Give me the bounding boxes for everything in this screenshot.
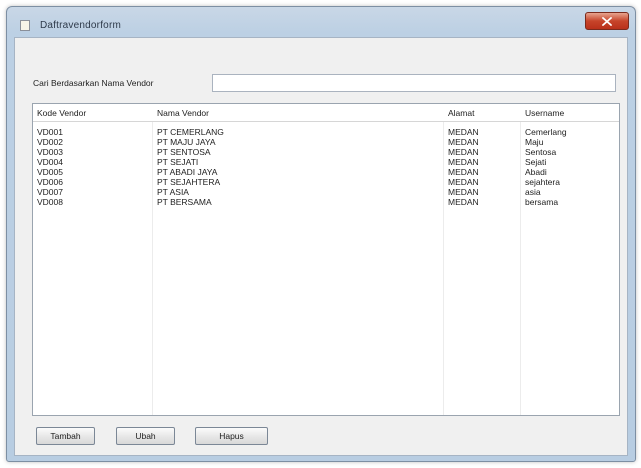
cell-alamat: MEDAN <box>448 147 479 157</box>
column-header-kode-vendor[interactable]: Kode Vendor <box>37 108 86 118</box>
cell-alamat: MEDAN <box>448 177 479 187</box>
hapus-button[interactable]: Hapus <box>195 427 268 445</box>
cell-alamat: MEDAN <box>448 167 479 177</box>
cell-username: asia <box>525 187 541 197</box>
cell-alamat: MEDAN <box>448 187 479 197</box>
cell-alamat: MEDAN <box>448 127 479 137</box>
cell-username: Sejati <box>525 157 547 167</box>
search-label: Cari Berdasarkan Nama Vendor <box>33 78 154 88</box>
table-row[interactable]: VD008 PT BERSAMA MEDAN bersama <box>33 197 619 207</box>
cell-username: Cemerlang <box>525 127 567 137</box>
tambah-button[interactable]: Tambah <box>36 427 95 445</box>
form-client-area: Cari Berdasarkan Nama Vendor Kode Vendor… <box>14 37 628 456</box>
cell-kode-vendor: VD002 <box>37 137 63 147</box>
ubah-button[interactable]: Ubah <box>116 427 175 445</box>
cell-username: Abadi <box>525 167 547 177</box>
cell-nama-vendor: PT ABADI JAYA <box>157 167 218 177</box>
cell-alamat: MEDAN <box>448 157 479 167</box>
cell-nama-vendor: PT BERSAMA <box>157 197 212 207</box>
table-row[interactable]: VD007 PT ASIA MEDAN asia <box>33 187 619 197</box>
cell-nama-vendor: PT SENTOSA <box>157 147 211 157</box>
cell-username: Maju <box>525 137 544 147</box>
cell-kode-vendor: VD003 <box>37 147 63 157</box>
cell-kode-vendor: VD004 <box>37 157 63 167</box>
cell-nama-vendor: PT SEJAHTERA <box>157 177 221 187</box>
table-row[interactable]: VD003 PT SENTOSA MEDAN Sentosa <box>33 147 619 157</box>
cell-nama-vendor: PT CEMERLANG <box>157 127 224 137</box>
cell-kode-vendor: VD001 <box>37 127 63 137</box>
table-header: Kode Vendor Nama Vendor Alamat Username <box>33 104 619 122</box>
table-row[interactable]: VD002 PT MAJU JAYA MEDAN Maju <box>33 137 619 147</box>
column-header-alamat[interactable]: Alamat <box>448 108 474 118</box>
table-row[interactable]: VD004 PT SEJATI MEDAN Sejati <box>33 157 619 167</box>
window-frame: Daftravendorform Cari Berdasarkan Nama V… <box>6 6 636 462</box>
cell-username: bersama <box>525 197 559 207</box>
cell-nama-vendor: PT MAJU JAYA <box>157 137 216 147</box>
cell-kode-vendor: VD008 <box>37 197 63 207</box>
close-icon <box>602 16 612 26</box>
close-button[interactable] <box>585 12 629 30</box>
cell-alamat: MEDAN <box>448 137 479 147</box>
window-title: Daftravendorform <box>40 20 122 31</box>
cell-kode-vendor: VD006 <box>37 177 63 187</box>
column-header-username[interactable]: Username <box>525 108 564 118</box>
column-header-nama-vendor[interactable]: Nama Vendor <box>157 108 209 118</box>
vendor-table[interactable]: Kode Vendor Nama Vendor Alamat Username … <box>32 103 620 416</box>
cell-alamat: MEDAN <box>448 197 479 207</box>
cell-username: sejahtera <box>525 177 560 187</box>
form-icon <box>20 20 30 31</box>
table-row[interactable]: VD005 PT ABADI JAYA MEDAN Abadi <box>33 167 619 177</box>
table-row[interactable]: VD001 PT CEMERLANG MEDAN Cemerlang <box>33 127 619 137</box>
cell-kode-vendor: VD005 <box>37 167 63 177</box>
cell-username: Sentosa <box>525 147 557 157</box>
cell-kode-vendor: VD007 <box>37 187 63 197</box>
title-bar[interactable]: Daftravendorform <box>7 7 635 39</box>
table-row[interactable]: VD006 PT SEJAHTERA MEDAN sejahtera <box>33 177 619 187</box>
cell-nama-vendor: PT SEJATI <box>157 157 199 167</box>
search-input[interactable] <box>212 74 616 92</box>
cell-nama-vendor: PT ASIA <box>157 187 189 197</box>
